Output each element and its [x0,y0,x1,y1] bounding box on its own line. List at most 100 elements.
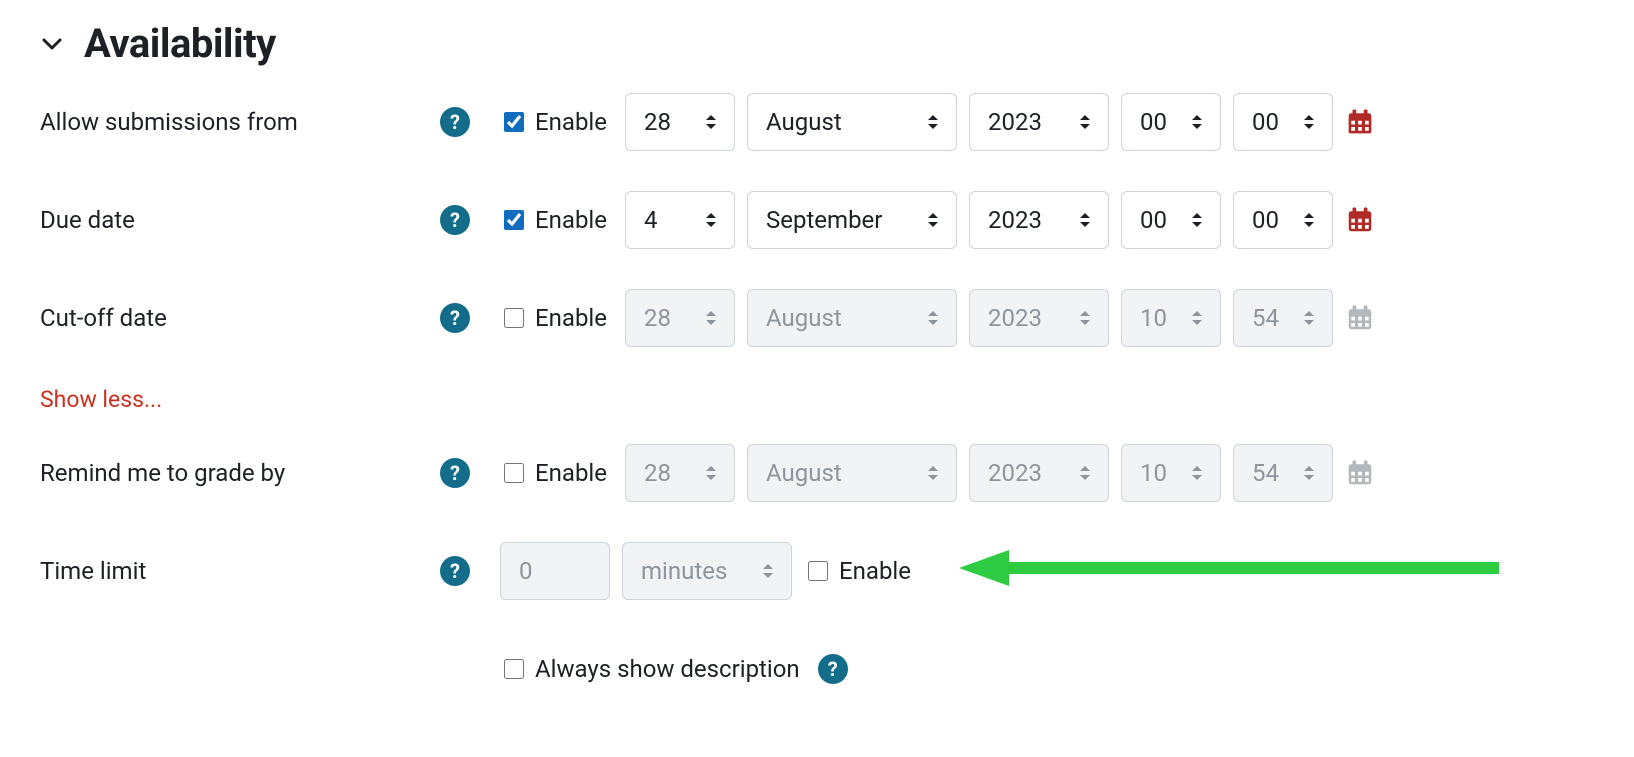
select-month-cutoff: August [747,289,957,347]
section-header[interactable]: Availability [40,20,1594,67]
sort-caret-icon [928,465,938,481]
select-day-due[interactable]: 4 [625,191,735,249]
enable-checkbox-due[interactable] [504,210,524,230]
always-show-description-label: Always show description [535,655,800,683]
label-due-date: Due date [40,206,135,234]
select-day-allow[interactable]: 28 [625,93,735,151]
select-minute-cutoff: 54 [1233,289,1333,347]
sort-caret-icon [1192,212,1202,228]
calendar-icon [1345,458,1375,488]
select-value: 00 [1140,206,1167,234]
select-value: 00 [1252,108,1279,136]
row-allow-submissions: Allow submissions from ? Enable 28 Augus… [40,92,1594,152]
enable-label: Enable [535,108,607,136]
select-value: 2023 [988,108,1042,136]
select-minute-allow[interactable]: 00 [1233,93,1333,151]
select-hour-due[interactable]: 00 [1121,191,1221,249]
select-value: 2023 [988,206,1042,234]
row-cutoff-date: Cut-off date ? Enable 28 August 2023 10 … [40,288,1594,348]
select-day-cutoff: 28 [625,289,735,347]
select-value: 10 [1140,304,1167,332]
row-due-date: Due date ? Enable 4 September 2023 00 00 [40,190,1594,250]
sort-caret-icon [1304,212,1314,228]
sort-caret-icon [706,310,716,326]
help-icon[interactable]: ? [818,654,848,684]
calendar-icon[interactable] [1345,205,1375,235]
sort-caret-icon [1192,114,1202,130]
select-month-due[interactable]: September [747,191,957,249]
select-value: August [766,459,842,487]
enable-label: Enable [535,459,607,487]
select-value: 2023 [988,304,1042,332]
sort-caret-icon [1304,114,1314,130]
enable-label: Enable [535,304,607,332]
sort-caret-icon [1304,465,1314,481]
select-year-cutoff: 2023 [969,289,1109,347]
enable-checkbox-allow[interactable] [504,112,524,132]
label-cutoff-date: Cut-off date [40,304,167,332]
sort-caret-icon [706,465,716,481]
show-less-link-row: Show less... [40,386,1594,413]
help-icon[interactable]: ? [440,458,470,488]
calendar-icon [1345,303,1375,333]
help-icon[interactable]: ? [440,556,470,586]
timelimit-unit-select: minutes [622,542,792,600]
timelimit-value-input: 0 [500,542,610,600]
select-value: 28 [644,304,671,332]
select-year-due[interactable]: 2023 [969,191,1109,249]
enable-label: Enable [839,557,911,585]
select-month-allow[interactable]: August [747,93,957,151]
enable-checkbox-remind[interactable] [504,463,524,483]
sort-caret-icon [706,212,716,228]
enable-checkbox-timelimit[interactable] [808,561,828,581]
select-value: 00 [1140,108,1167,136]
always-show-description-checkbox[interactable] [504,659,524,679]
select-day-remind: 28 [625,444,735,502]
sort-caret-icon [706,114,716,130]
select-value: 28 [644,459,671,487]
calendar-icon[interactable] [1345,107,1375,137]
label-allow-submissions: Allow submissions from [40,108,298,136]
select-value: 10 [1140,459,1167,487]
show-less-link[interactable]: Show less... [40,386,162,413]
select-value: 54 [1252,304,1279,332]
enable-label: Enable [535,206,607,234]
sort-caret-icon [928,310,938,326]
select-value: 28 [644,108,671,136]
help-icon[interactable]: ? [440,107,470,137]
select-value: September [766,206,882,234]
sort-caret-icon [928,212,938,228]
annotation-arrow-icon [959,548,1499,594]
select-month-remind: August [747,444,957,502]
select-hour-remind: 10 [1121,444,1221,502]
select-value: August [766,108,842,136]
section-title: Availability [84,20,276,67]
sort-caret-icon [1080,114,1090,130]
select-hour-allow[interactable]: 00 [1121,93,1221,151]
help-icon[interactable]: ? [440,205,470,235]
select-hour-cutoff: 10 [1121,289,1221,347]
sort-caret-icon [1304,310,1314,326]
enable-checkbox-cutoff[interactable] [504,308,524,328]
row-time-limit: Time limit ? 0 minutes Enable [40,541,1594,601]
select-value: 00 [1252,206,1279,234]
select-value: minutes [641,557,727,585]
select-year-allow[interactable]: 2023 [969,93,1109,151]
sort-caret-icon [1080,212,1090,228]
chevron-down-icon [40,32,64,56]
sort-caret-icon [1080,465,1090,481]
help-icon[interactable]: ? [440,303,470,333]
label-time-limit: Time limit [40,557,146,585]
sort-caret-icon [1192,465,1202,481]
row-remind-grade: Remind me to grade by ? Enable 28 August… [40,443,1594,503]
select-value: 2023 [988,459,1042,487]
select-value: August [766,304,842,332]
select-minute-due[interactable]: 00 [1233,191,1333,249]
select-minute-remind: 54 [1233,444,1333,502]
sort-caret-icon [763,563,773,579]
sort-caret-icon [1192,310,1202,326]
sort-caret-icon [1080,310,1090,326]
select-value: 54 [1252,459,1279,487]
row-always-show-description: Always show description ? [40,639,1594,699]
sort-caret-icon [928,114,938,130]
